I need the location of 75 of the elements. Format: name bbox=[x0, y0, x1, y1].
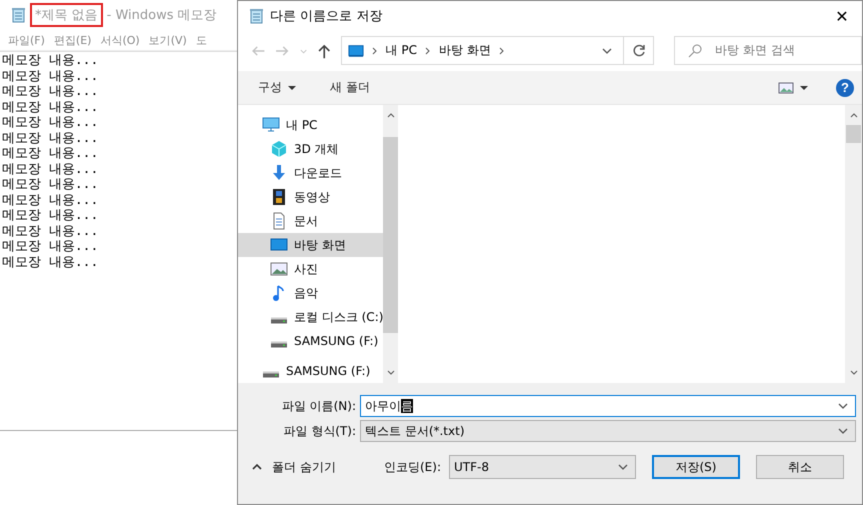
text-line: 메모장 내용... bbox=[1, 100, 100, 115]
notepad-icon bbox=[10, 7, 26, 23]
new-folder-button[interactable]: 새 폴더 bbox=[328, 77, 372, 98]
picture-frame-icon bbox=[778, 82, 794, 94]
text-line: 메모장 내용... bbox=[1, 84, 100, 100]
cube-icon bbox=[270, 140, 288, 158]
file-type-dropdown[interactable]: 텍스트 문서(*.txt) bbox=[360, 420, 856, 442]
search-field[interactable]: 바탕 화면 검색 bbox=[674, 36, 862, 66]
field-label: 인코딩(E): bbox=[384, 458, 441, 476]
text-line: 메모장 내용... bbox=[1, 68, 100, 84]
hide-folders-button[interactable]: 폴더 숨기기 bbox=[250, 455, 338, 480]
text-line: 메모장 내용... bbox=[1, 53, 100, 68]
window-title: *제목 없음 bbox=[30, 3, 103, 27]
field-label: 파일 이름(N): bbox=[280, 398, 356, 415]
search-icon bbox=[687, 42, 704, 59]
scroll-up-icon bbox=[386, 111, 396, 120]
scroll-up-icon bbox=[848, 111, 858, 120]
view-options-button[interactable] bbox=[776, 80, 810, 96]
menu-item[interactable]: 파일(F) bbox=[8, 32, 45, 48]
filename-field[interactable]: 아무이름 bbox=[360, 395, 856, 418]
scrollbar[interactable] bbox=[383, 105, 398, 384]
chevron-down-icon bbox=[837, 426, 849, 436]
refresh-button[interactable] bbox=[624, 36, 654, 66]
text-line: 메모장 내용... bbox=[1, 224, 100, 239]
text-line: 메모장 내용... bbox=[1, 239, 100, 254]
close-button[interactable]: ✕ bbox=[822, 1, 862, 31]
text-line: 메모장 내용... bbox=[1, 208, 100, 224]
monitor-icon bbox=[348, 42, 364, 59]
encoding-dropdown[interactable]: UTF-8 bbox=[449, 455, 636, 480]
help-button[interactable]: ? bbox=[836, 78, 854, 97]
cancel-button[interactable]: 취소 bbox=[756, 455, 844, 480]
caret-icon bbox=[288, 84, 296, 91]
refresh-icon bbox=[630, 42, 647, 59]
text-line: 메모장 내용... bbox=[1, 130, 100, 146]
caret-icon bbox=[800, 84, 808, 91]
chevron-up-icon bbox=[252, 463, 262, 472]
text-line: 메모장 내용... bbox=[1, 192, 100, 208]
scrollbar[interactable] bbox=[845, 105, 862, 384]
text-line: 메모장 내용... bbox=[1, 162, 100, 177]
window-title: - Windows 메모장 bbox=[106, 7, 217, 24]
chevron-right-icon bbox=[498, 46, 506, 56]
scroll-down-icon bbox=[848, 369, 858, 378]
drive-icon bbox=[262, 370, 280, 378]
menu-item[interactable]: 도 bbox=[196, 32, 207, 48]
menu-item[interactable]: 서식(O) bbox=[100, 32, 140, 48]
chevron-right-icon bbox=[424, 46, 432, 56]
save-button[interactable]: 저장(S) bbox=[652, 455, 740, 480]
menu-item[interactable]: 보기(V) bbox=[148, 32, 187, 48]
breadcrumb-item[interactable]: 바탕 화면 bbox=[439, 42, 491, 60]
organize-button[interactable]: 구성 bbox=[256, 77, 298, 98]
text-line: 메모장 내용... bbox=[1, 177, 100, 192]
chevron-right-icon bbox=[370, 46, 379, 56]
breadcrumb-item[interactable]: 내 PC bbox=[386, 42, 417, 60]
up-arrow-icon bbox=[316, 42, 333, 60]
chevron-down-icon bbox=[600, 46, 613, 56]
down-arrow-icon bbox=[270, 164, 288, 182]
field-label: 파일 형식(T): bbox=[282, 422, 356, 440]
scroll-down-icon bbox=[386, 369, 396, 378]
scrollbar-thumb[interactable] bbox=[846, 125, 861, 144]
text-line: 메모장 내용... bbox=[1, 115, 100, 130]
chevron-down-icon bbox=[837, 401, 849, 412]
dialog-title: 다른 이름으로 저장 bbox=[270, 8, 382, 25]
tree-item[interactable]: 바탕 화면 bbox=[238, 233, 384, 258]
scrollbar-thumb[interactable] bbox=[383, 137, 398, 334]
text-line: 메모장 내용... bbox=[1, 254, 100, 270]
notepad-icon bbox=[248, 8, 264, 24]
chevron-down-icon bbox=[617, 462, 629, 472]
monitor-icon bbox=[262, 116, 280, 134]
menu-item[interactable]: 편집(E) bbox=[54, 32, 92, 48]
film-strip-icon bbox=[270, 188, 288, 206]
landscape-image-icon bbox=[270, 260, 288, 278]
drive-icon bbox=[270, 340, 288, 348]
address-bar[interactable]: 내 PC 바탕 화면 bbox=[340, 36, 624, 66]
text-line: 메모장 내용... bbox=[1, 146, 100, 162]
drive-icon bbox=[270, 316, 288, 324]
